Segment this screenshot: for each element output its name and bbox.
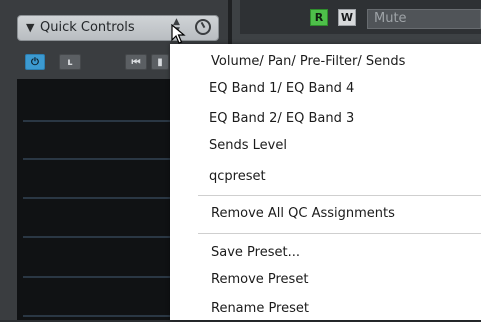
link-icon[interactable]: ʟ [59,54,81,70]
menu-item-label: Save Preset... [211,245,300,260]
triangle-down-icon[interactable]: ▼ [26,21,34,34]
slot-divider [23,197,183,199]
menu-item-preset-eq-2-3[interactable]: EQ Band 2/ EQ Band 3 [170,106,481,132]
quick-controls-header[interactable]: ▼ Quick Controls ▲▼ [17,15,219,41]
next-icon[interactable]: ▮ [151,54,169,70]
menu-item-label: Volume/ Pan/ Pre-Filter/ Sends [211,54,406,69]
power-icon[interactable]: ⏻ [25,54,45,70]
menu-item-label: Remove All QC Assignments [211,206,395,221]
slot-divider [23,315,183,317]
menu-item-preset-sends-level[interactable]: Sends Level [170,133,481,159]
menu-separator [198,195,481,196]
menu-item-save-preset[interactable]: Save Preset... [170,240,481,266]
menu-item-label: EQ Band 2/ EQ Band 3 [209,111,355,126]
write-automation-button[interactable]: W [338,9,356,26]
menu-item-preset-eq-1-4[interactable]: EQ Band 1/ EQ Band 4 [170,76,481,102]
menu-item-label: Remove Preset [211,272,309,287]
quick-controls-title: Quick Controls [40,20,135,35]
menu-separator [198,233,481,234]
menu-item-label: qcpreset [209,169,266,184]
slot-divider [23,236,183,238]
slot-divider [23,276,183,278]
menu-item-label: EQ Band 1/ EQ Band 4 [209,81,355,96]
mouse-pointer-icon [171,24,186,44]
menu-item-label: Sends Level [209,138,287,153]
slot-divider [23,158,183,160]
menu-item-remove-all-qc[interactable]: Remove All QC Assignments [170,201,481,227]
menu-item-remove-preset[interactable]: Remove Preset [170,267,481,293]
previous-icon[interactable]: ⏮ [125,54,147,70]
menu-item-preset-qcpreset[interactable]: qcpreset [170,164,481,190]
parameter-value: Mute [374,11,407,26]
menu-item-label: Rename Preset [211,301,309,316]
read-automation-button[interactable]: R [310,9,328,26]
parameter-field[interactable]: Mute [367,9,481,29]
slot-divider [23,120,183,122]
menu-item-preset-volume-pan[interactable]: Volume/ Pan/ Pre-Filter/ Sends [170,49,481,75]
quick-controls-menu: Volume/ Pan/ Pre-Filter/ Sends EQ Band 1… [170,44,481,320]
menu-item-rename-preset[interactable]: Rename Preset [170,296,481,322]
preset-dial-icon[interactable] [195,19,211,35]
